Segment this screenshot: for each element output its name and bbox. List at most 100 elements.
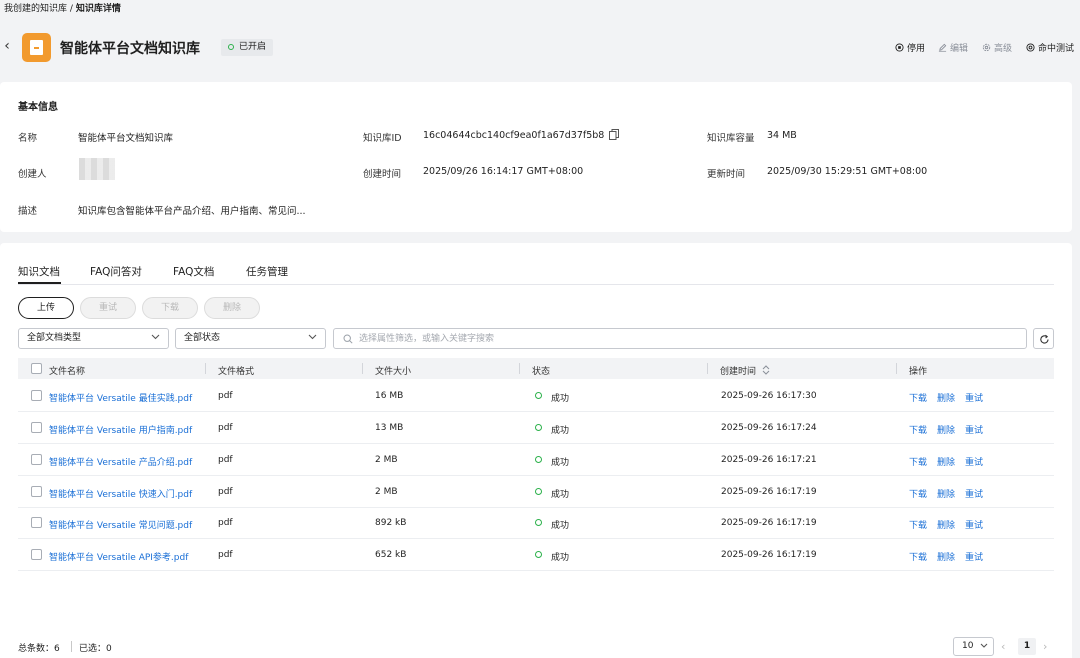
tab-faq-pairs[interactable]: FAQ问答对 <box>90 264 142 279</box>
capacity-label: 知识库容量 <box>707 133 755 144</box>
column-header-status: 状态 <box>532 367 551 377</box>
tab-faq-docs[interactable]: FAQ文档 <box>173 264 214 279</box>
search-input[interactable] <box>359 331 1009 346</box>
row-download-link[interactable]: 下载 <box>909 487 927 500</box>
column-divider <box>896 363 897 374</box>
file-format: pdf <box>218 518 233 528</box>
file-name-link[interactable]: 智能体平台 Versatile 用户指南.pdf <box>49 423 192 436</box>
row-retry-link[interactable]: 重试 <box>965 423 983 436</box>
search-box[interactable] <box>333 328 1027 349</box>
row-divider <box>18 507 1054 508</box>
doc-type-select[interactable]: 全部文档类型 <box>18 328 169 349</box>
creator-label: 创建人 <box>18 169 47 180</box>
file-name-link[interactable]: 智能体平台 Versatile 最佳实践.pdf <box>49 391 192 404</box>
success-status-icon <box>535 424 542 431</box>
current-page[interactable]: 1 <box>1018 638 1036 655</box>
updated-time-value: 2025/09/30 15:29:51 GMT+08:00 <box>767 166 928 177</box>
file-format: pdf <box>218 423 233 433</box>
file-name-link[interactable]: 智能体平台 Versatile 产品介绍.pdf <box>49 455 192 468</box>
row-download-link[interactable]: 下载 <box>909 455 927 468</box>
file-format: pdf <box>218 487 233 497</box>
file-created-time: 2025-09-26 16:17:30 <box>721 391 817 401</box>
success-status-icon <box>535 488 542 495</box>
status-select[interactable]: 全部状态 <box>175 328 326 349</box>
file-created-time: 2025-09-26 16:17:19 <box>721 487 817 497</box>
file-created-time: 2025-09-26 16:17:19 <box>721 518 817 528</box>
refresh-button[interactable] <box>1033 328 1054 349</box>
breadcrumb-parent[interactable]: 我创建的知识库 <box>4 4 67 14</box>
created-time-value: 2025/09/26 16:14:17 GMT+08:00 <box>423 166 584 177</box>
disable-button[interactable]: 停用 <box>895 41 925 54</box>
row-retry-link[interactable]: 重试 <box>965 487 983 500</box>
success-status-icon <box>535 392 542 399</box>
row-retry-link[interactable]: 重试 <box>965 455 983 468</box>
row-checkbox[interactable] <box>31 454 42 465</box>
pencil-icon <box>938 43 947 52</box>
row-checkbox[interactable] <box>31 390 42 401</box>
footer-divider <box>71 641 72 652</box>
page-size-select[interactable]: 10 <box>953 637 994 656</box>
file-name-link[interactable]: 智能体平台 Versatile 常见问题.pdf <box>49 518 192 531</box>
row-download-link[interactable]: 下载 <box>909 550 927 563</box>
upload-button[interactable]: 上传 <box>18 297 74 319</box>
row-download-link[interactable]: 下载 <box>909 518 927 531</box>
tab-task-management[interactable]: 任务管理 <box>246 264 288 279</box>
file-status: 成功 <box>551 521 570 531</box>
row-retry-link[interactable]: 重试 <box>965 391 983 404</box>
row-checkbox[interactable] <box>31 549 42 560</box>
prev-page-icon[interactable]: ‹ <box>1001 640 1005 653</box>
row-delete-link[interactable]: 删除 <box>937 391 955 404</box>
description-value: 知识库包含智能体平台产品介绍、用户指南、常见问... <box>78 206 306 217</box>
disable-label: 停用 <box>907 44 926 54</box>
page-size-value: 10 <box>962 641 974 651</box>
copy-icon[interactable] <box>609 129 619 140</box>
edit-button[interactable]: 编辑 <box>938 41 968 54</box>
created-time-label: 创建时间 <box>363 169 402 180</box>
select-all-checkbox[interactable] <box>31 363 42 374</box>
chevron-down-icon <box>151 334 160 340</box>
row-checkbox[interactable] <box>31 486 42 497</box>
row-delete-link[interactable]: 删除 <box>937 550 955 563</box>
column-divider <box>519 363 520 374</box>
next-page-icon[interactable]: › <box>1043 640 1047 653</box>
row-delete-link[interactable]: 删除 <box>937 487 955 500</box>
file-created-time: 2025-09-26 16:17:24 <box>721 423 817 433</box>
row-delete-link[interactable]: 删除 <box>937 423 955 436</box>
back-arrow-icon[interactable]: ‹ <box>0 36 14 56</box>
advanced-button[interactable]: 高级 <box>982 41 1012 54</box>
row-divider <box>18 411 1054 412</box>
column-header-created[interactable]: 创建时间 <box>720 364 770 377</box>
file-status: 成功 <box>551 426 570 436</box>
hit-test-button[interactable]: 命中测试 <box>1026 41 1074 54</box>
delete-button[interactable]: 删除 <box>204 297 260 319</box>
success-status-icon <box>535 519 542 526</box>
file-size: 13 MB <box>375 423 404 433</box>
knowledge-base-icon <box>22 33 51 62</box>
row-checkbox[interactable] <box>31 422 42 433</box>
row-retry-link[interactable]: 重试 <box>965 550 983 563</box>
success-status-icon <box>535 456 542 463</box>
stop-circle-icon <box>895 43 904 52</box>
creator-avatar-redacted <box>79 158 115 180</box>
status-badge-label: 已开启 <box>239 42 267 52</box>
column-header-ops: 操作 <box>909 367 928 377</box>
download-button[interactable]: 下载 <box>142 297 198 319</box>
column-divider <box>362 363 363 374</box>
tab-divider <box>18 284 1054 285</box>
file-size: 652 kB <box>375 550 407 560</box>
tab-knowledge-docs[interactable]: 知识文档 <box>18 264 60 279</box>
row-download-link[interactable]: 下载 <box>909 423 927 436</box>
row-divider <box>18 538 1054 539</box>
row-delete-link[interactable]: 删除 <box>937 518 955 531</box>
row-download-link[interactable]: 下载 <box>909 391 927 404</box>
success-status-icon <box>535 551 542 558</box>
file-created-time: 2025-09-26 16:17:21 <box>721 455 817 465</box>
row-retry-link[interactable]: 重试 <box>965 518 983 531</box>
retry-button[interactable]: 重试 <box>80 297 136 319</box>
description-label: 描述 <box>18 206 38 217</box>
row-checkbox[interactable] <box>31 517 42 528</box>
row-divider <box>18 475 1054 476</box>
file-name-link[interactable]: 智能体平台 Versatile API参考.pdf <box>49 550 188 563</box>
row-delete-link[interactable]: 删除 <box>937 455 955 468</box>
file-name-link[interactable]: 智能体平台 Versatile 快速入门.pdf <box>49 487 192 500</box>
